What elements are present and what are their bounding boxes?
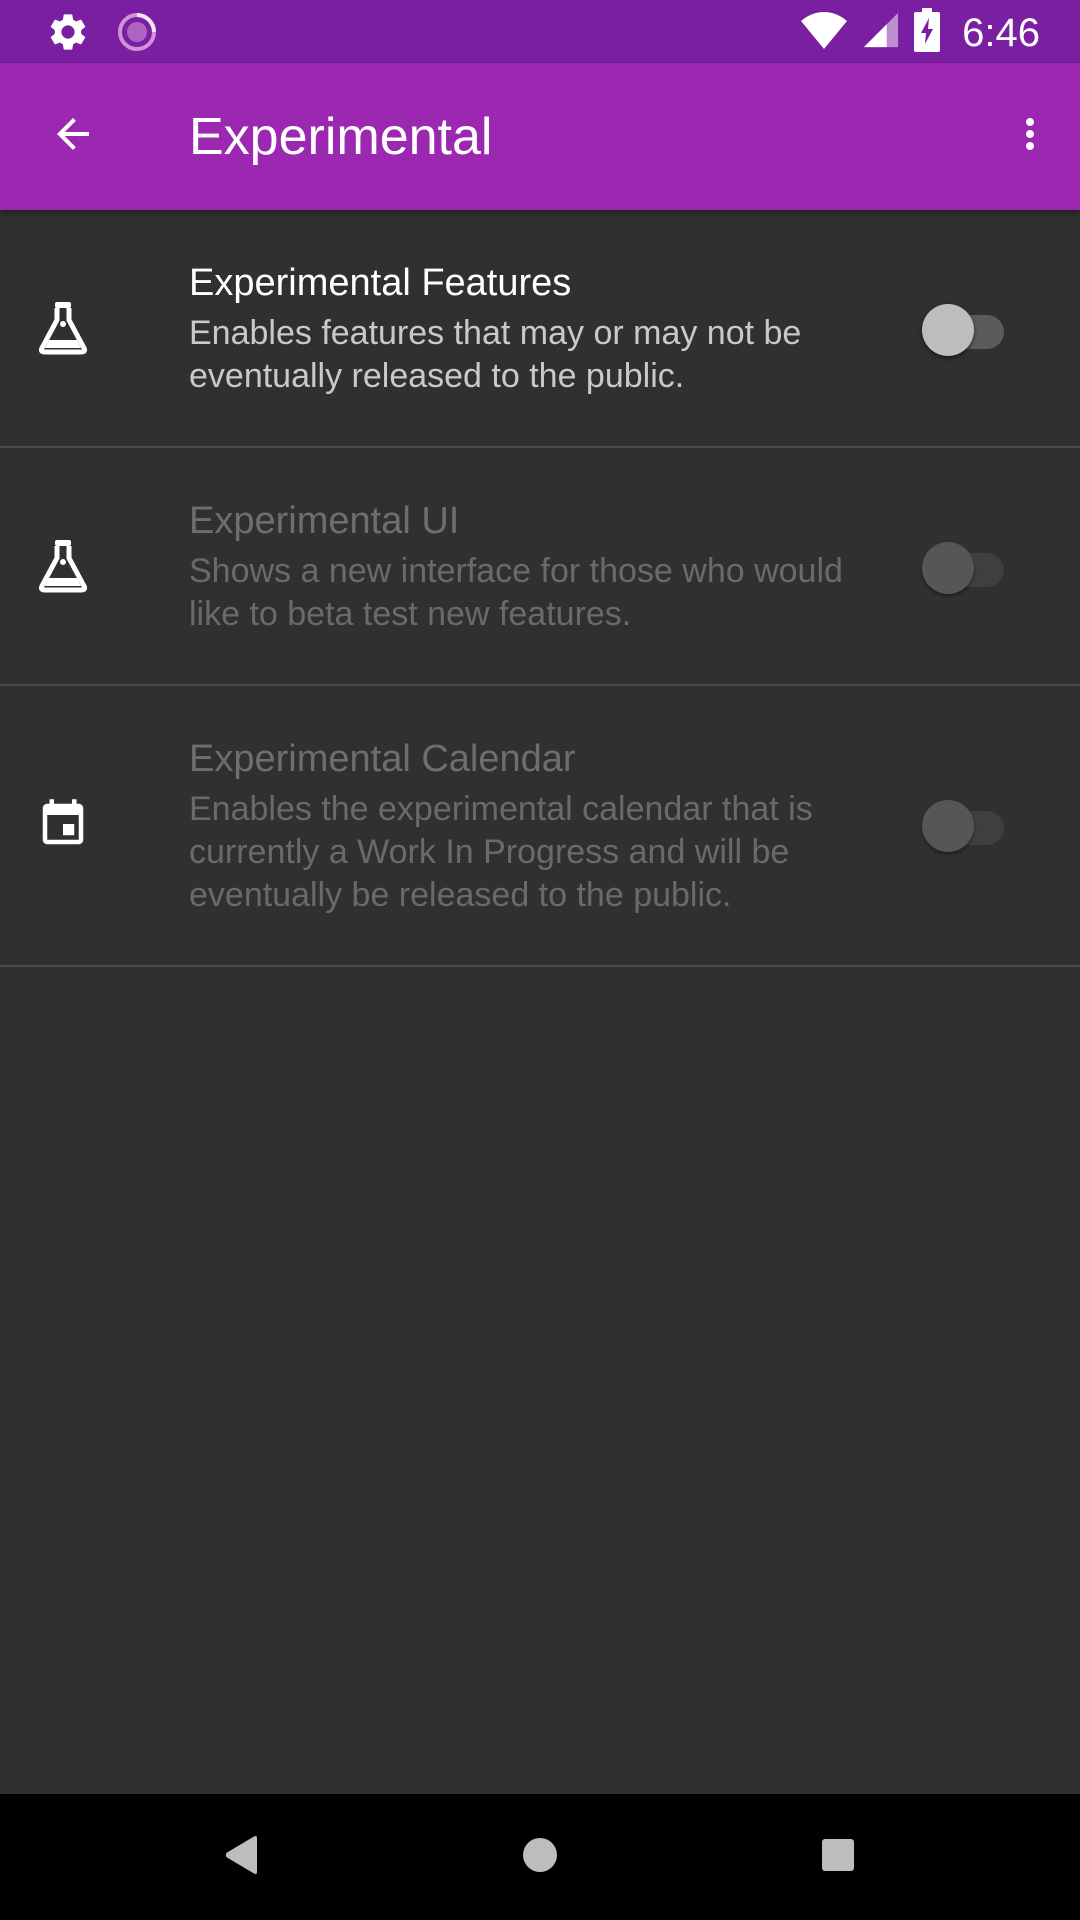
calendar-icon [36,796,90,850]
nav-home-button[interactable] [505,1822,575,1892]
wifi-icon [800,10,848,55]
experimental-features-switch[interactable] [922,300,1008,356]
sync-progress-icon [116,11,158,58]
pref-experimental-ui[interactable]: Experimental UI Shows a new interface fo… [0,448,1080,686]
clock: 6:46 [962,10,1040,55]
page-title: Experimental [189,108,493,166]
app-bar: Experimental [0,63,1080,210]
preference-list: Experimental Features Enables features t… [0,210,1080,967]
pref-title: Experimental UI [189,500,460,542]
switch-thumb [922,542,974,594]
more-vert-icon [1006,110,1054,163]
back-button[interactable] [40,103,106,169]
gear-icon [46,10,90,59]
switch-thumb [922,800,974,852]
pref-experimental-calendar[interactable]: Experimental Calendar Enables the experi… [0,686,1080,967]
more-options-button[interactable] [1000,103,1060,169]
status-bar: 6:46 [0,0,1080,63]
flask-icon [36,300,90,355]
pref-title: Experimental Features [189,262,572,304]
experimental-ui-switch[interactable] [922,538,1008,594]
pref-title: Experimental Calendar [189,738,576,780]
nav-back-button[interactable] [206,1822,276,1892]
experimental-calendar-switch[interactable] [922,796,1008,852]
pref-summary: Shows a new interface for those who woul… [189,552,843,633]
switch-thumb [922,304,974,356]
cell-signal-icon [862,10,900,55]
arrow-back-icon [49,110,97,163]
recents-square-icon [821,1838,855,1877]
battery-charging-icon [914,8,941,57]
pref-summary: Enables features that may or may not be … [189,314,802,395]
pref-summary: Enables the experimental calendar that i… [189,790,813,914]
nav-recents-button[interactable] [803,1822,873,1892]
system-nav-bar [0,1794,1080,1920]
back-triangle-icon [223,1835,259,1880]
flask-icon [36,538,90,593]
pref-experimental-features[interactable]: Experimental Features Enables features t… [0,210,1080,448]
home-circle-icon [521,1836,559,1879]
